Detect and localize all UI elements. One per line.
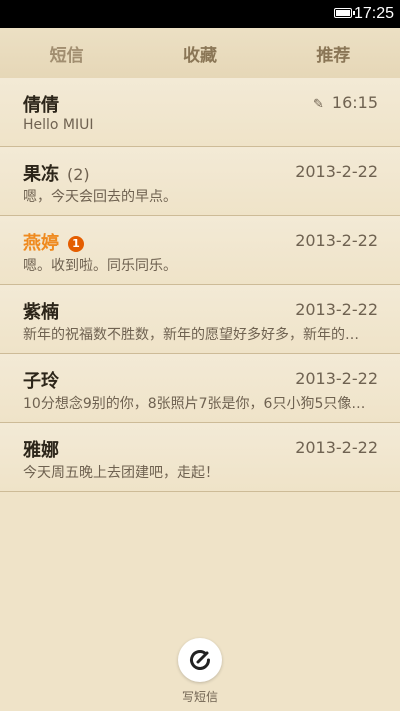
message-row[interactable]: 倩倩 ✎ 16:15 Hello MIUI — [0, 78, 400, 147]
contact-name: 果冻 — [23, 164, 59, 185]
message-date: 2013-2-22 — [295, 162, 378, 181]
message-date: 2013-2-22 — [295, 438, 378, 457]
message-date: 2013-2-22 — [295, 369, 378, 388]
contact-name: 子玲 — [23, 371, 59, 392]
message-row[interactable]: 燕婷 1 2013-2-22 嗯。收到啦。同乐同乐。 — [0, 216, 400, 285]
message-preview: Hello MIUI — [23, 117, 94, 133]
tab-bar: 短信 收藏 推荐 — [0, 28, 400, 79]
tab-sms[interactable]: 短信 — [7, 41, 127, 66]
contact-name: 紫楠 — [23, 302, 59, 323]
compose-button[interactable] — [178, 638, 222, 682]
message-row[interactable]: 紫楠 2013-2-22 新年的祝福数不胜数，新年的愿望好多好多，新年的… — [0, 285, 400, 354]
contact-name-wrap: 燕婷 1 — [23, 229, 84, 255]
compose-area: 写短信 — [170, 630, 230, 705]
tab-recommend[interactable]: 推荐 — [273, 41, 393, 66]
contact-name-wrap: 果冻 (2) — [23, 160, 90, 186]
message-list: 倩倩 ✎ 16:15 Hello MIUI 果冻 (2) 2013-2-22 嗯，今… — [0, 78, 400, 492]
contact-name: 燕婷 — [23, 233, 59, 254]
message-preview: 今天周五晚上去团建吧，走起！ — [23, 465, 219, 481]
message-row[interactable]: 子玲 2013-2-22 10分想念9别的你，8张照片7张是你，6只小狗5只像… — [0, 354, 400, 423]
message-count: (2) — [67, 165, 90, 184]
message-row[interactable]: 果冻 (2) 2013-2-22 嗯，今天会回去的早点。 — [0, 147, 400, 216]
message-preview: 新年的祝福数不胜数，新年的愿望好多好多，新年的… — [23, 327, 359, 343]
unread-badge: 1 — [68, 236, 84, 252]
message-preview: 10分想念9别的你，8张照片7张是你，6只小狗5只像… — [23, 396, 366, 412]
status-bar: 17:25 — [0, 0, 400, 28]
message-preview: 嗯。收到啦。同乐同乐。 — [23, 258, 177, 274]
contact-name: 雅娜 — [23, 440, 59, 461]
message-time: ✎ 16:15 — [313, 93, 378, 112]
compose-label: 写短信 — [181, 690, 218, 704]
battery-icon — [334, 8, 355, 18]
message-date: 16:15 — [331, 93, 378, 112]
contact-name: 倩倩 — [23, 95, 59, 116]
message-date: 2013-2-22 — [295, 300, 378, 319]
message-row[interactable]: 雅娜 2013-2-22 今天周五晚上去团建吧，走起！ — [0, 423, 400, 492]
compose-icon — [190, 650, 210, 670]
message-preview: 嗯，今天会回去的早点。 — [23, 189, 177, 205]
tab-favorites[interactable]: 收藏 — [140, 41, 260, 66]
pencil-icon: ✎ — [312, 97, 324, 112]
message-date: 2013-2-22 — [295, 231, 378, 250]
status-time: 17:25 — [353, 5, 394, 22]
